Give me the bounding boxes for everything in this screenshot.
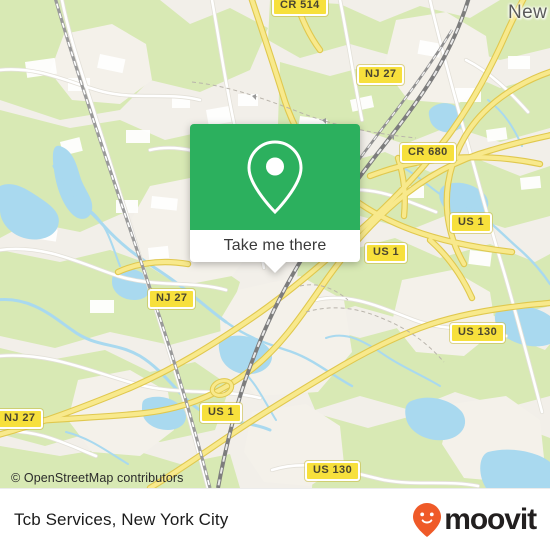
popup-pointer-tail [264,262,286,273]
take-me-there-label: Take me there [223,237,327,254]
map-canvas[interactable]: © OpenStreetMap contributors New CR 514 N… [0,0,550,488]
moovit-logo[interactable]: moovit [412,502,537,538]
road-shield: US 1 [450,213,493,233]
road-shield: US 1 [365,243,408,263]
moovit-pin-icon [413,502,442,537]
map-pin-icon [247,140,303,215]
road-shield: US 130 [450,323,506,343]
road-shield: NJ 27 [0,409,44,429]
footer-bar: Tcb Services, New York City moovit [0,488,550,550]
place-title: Tcb Services, New York City [14,509,229,529]
road-shield: NJ 27 [148,289,196,309]
road-shield: NJ 27 [357,65,405,85]
popup-header [190,124,360,230]
road-shield: US 130 [305,461,361,481]
osm-attribution: © OpenStreetMap contributors [11,471,184,485]
road-shield: CR 680 [400,143,456,163]
road-shield: CR 514 [272,0,328,16]
city-label: New [508,2,548,23]
location-popup-card[interactable]: Take me there [190,124,360,273]
moovit-wordmark: moovit [444,502,537,536]
road-shield: US 1 [200,403,243,423]
take-me-there-button[interactable]: Take me there [190,230,360,262]
